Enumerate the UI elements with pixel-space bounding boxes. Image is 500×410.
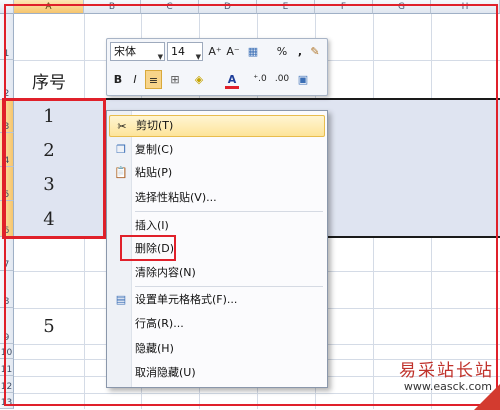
copy-icon: ❐: [116, 143, 126, 156]
context-menu: ✂ 剪切(T) ❐ 复制(C) 📋 粘贴(P) 选择性粘贴(V)... 插入(I…: [106, 110, 328, 388]
menu-item-cut-label: 剪切(T): [136, 119, 174, 132]
center-align-button[interactable]: ≡: [145, 70, 162, 89]
menu-item-insert-label: 插入(I): [135, 219, 169, 232]
borders-icon[interactable]: ⊞: [167, 70, 183, 89]
menu-item-hide-label: 隐藏(H): [135, 342, 174, 355]
menu-item-row-height-label: 行高(R)...: [135, 317, 184, 330]
menu-item-row-height[interactable]: 行高(R)...: [109, 313, 325, 335]
watermark: 易采站长站 www.easck.com: [376, 356, 500, 410]
font-size-select[interactable]: 14 ▼: [167, 42, 203, 61]
decrease-decimal-button[interactable]: .00: [273, 70, 291, 89]
menu-item-cut[interactable]: ✂ 剪切(T): [109, 115, 325, 137]
menu-item-clear-contents[interactable]: 清除内容(N): [109, 262, 325, 284]
font-name-value: 宋体: [114, 45, 136, 58]
menu-item-unhide-label: 取消隐藏(U): [135, 366, 196, 379]
chevron-down-icon: ▼: [195, 53, 201, 61]
menu-item-copy-label: 复制(C): [135, 143, 174, 156]
menu-item-clear-contents-label: 清除内容(N): [135, 266, 196, 279]
menu-item-hide[interactable]: 隐藏(H): [109, 338, 325, 360]
menu-item-insert[interactable]: 插入(I): [109, 215, 325, 237]
watermark-corner-triangle: [474, 384, 500, 410]
mini-toolbar: 宋体 ▼ 14 ▼ A⁺ A⁻ ▦ % , ✎ B I ≡ ⊞ ◈ A ⁺.0 …: [106, 38, 328, 96]
menu-item-paste-special[interactable]: 选择性粘贴(V)...: [109, 187, 325, 209]
font-size-value: 14: [171, 45, 185, 58]
clipboard-icon: 📋: [114, 166, 128, 179]
format-cells-icon: ▤: [115, 293, 127, 306]
scissors-icon: ✂: [117, 120, 127, 133]
format-painter-icon[interactable]: ✎: [307, 42, 323, 61]
delete-highlight-box: [120, 235, 176, 261]
percent-button[interactable]: %: [275, 42, 289, 61]
menu-item-unhide[interactable]: 取消隐藏(U): [109, 362, 325, 384]
menu-item-paste-label: 粘贴(P): [135, 166, 173, 179]
merge-cells-icon[interactable]: ▣: [295, 70, 311, 89]
fill-color-icon[interactable]: ◈: [191, 70, 207, 89]
grow-font-button[interactable]: A⁺: [207, 42, 223, 61]
menu-item-format-cells-label: 设置单元格格式(F)...: [135, 293, 238, 306]
shrink-font-button[interactable]: A⁻: [225, 42, 241, 61]
spreadsheet: A B C D E F G H 1 2 3 4 5 6 7 8 9 10 11 …: [0, 0, 500, 410]
menu-item-paste[interactable]: 📋 粘贴(P): [109, 162, 325, 184]
italic-button[interactable]: I: [128, 70, 142, 89]
comma-button[interactable]: ,: [293, 42, 307, 61]
increase-decimal-button[interactable]: ⁺.0: [251, 70, 269, 89]
font-color-button[interactable]: A: [225, 70, 239, 89]
format-painter-table-icon[interactable]: ▦: [245, 42, 261, 61]
chevron-down-icon: ▼: [157, 53, 163, 61]
bold-button[interactable]: B: [110, 70, 126, 89]
menu-item-paste-special-label: 选择性粘贴(V)...: [135, 191, 217, 204]
menu-item-format-cells[interactable]: ▤ 设置单元格格式(F)...: [109, 289, 325, 311]
menu-item-copy[interactable]: ❐ 复制(C): [109, 139, 325, 161]
font-name-select[interactable]: 宋体 ▼: [110, 42, 165, 61]
watermark-title: 易采站长站: [399, 361, 494, 381]
